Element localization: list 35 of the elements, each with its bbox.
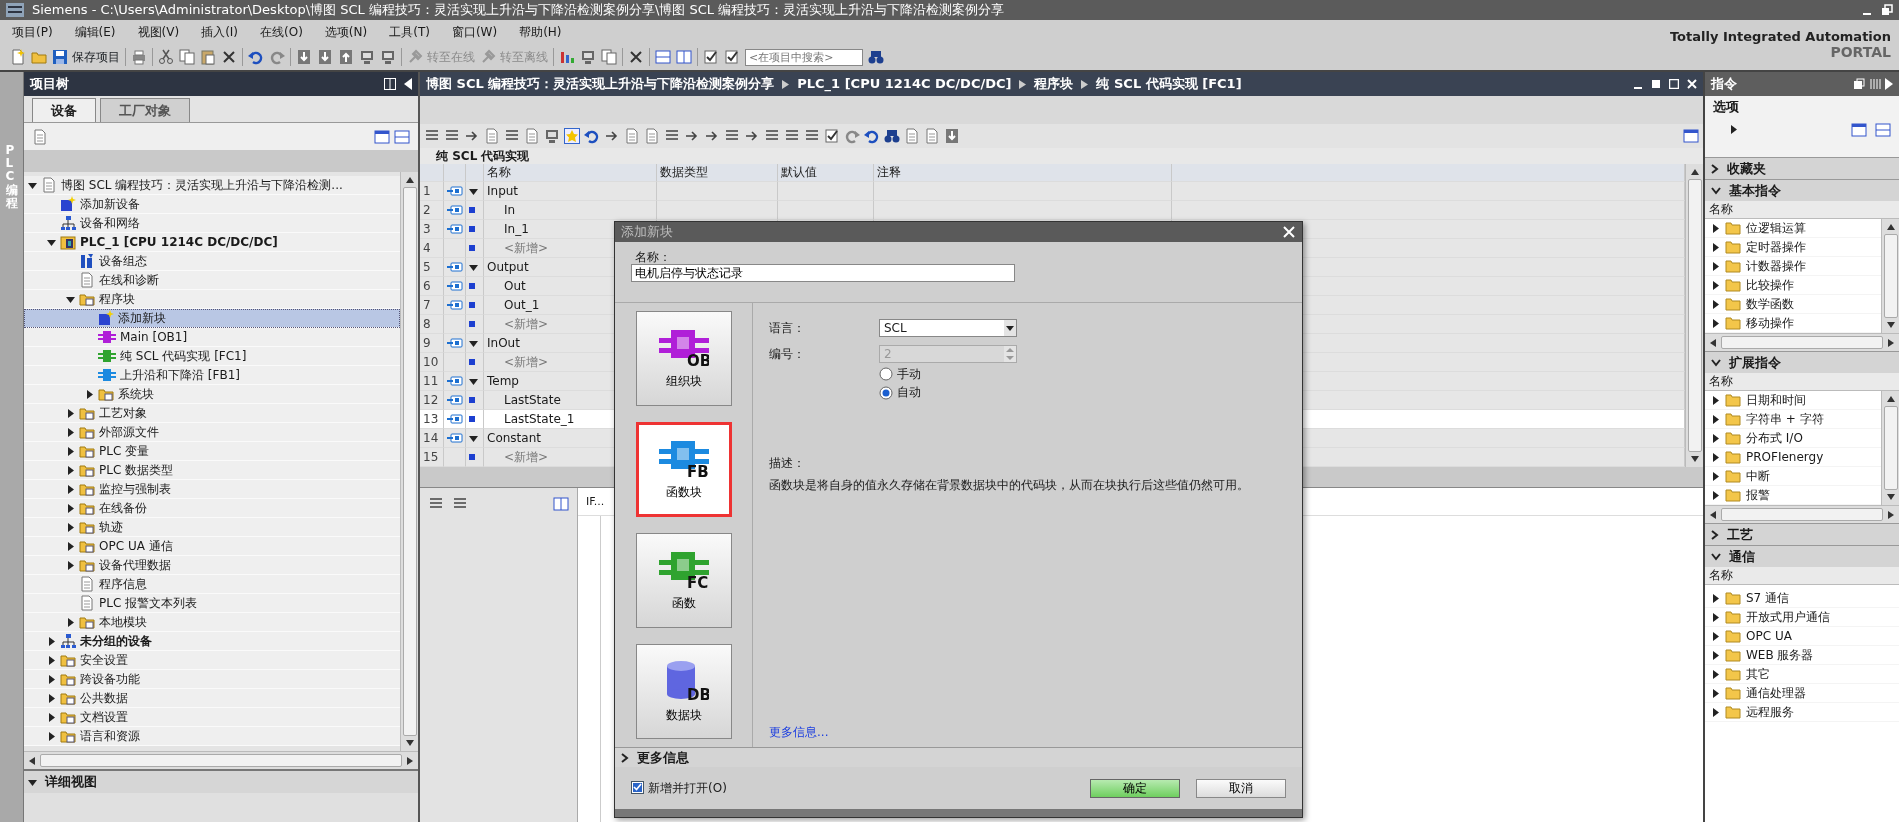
brand-subtitle: PORTAL bbox=[1830, 44, 1891, 62]
section-title: 更多信息 bbox=[637, 749, 689, 766]
row-number: 5 bbox=[420, 258, 444, 277]
panel-title: 指令 bbox=[1711, 76, 1737, 92]
dialog-title: 添加新块 bbox=[621, 224, 673, 240]
section-title: 基本指令 bbox=[1729, 182, 1781, 199]
block-title: 纯 SCL 代码实现 bbox=[436, 148, 530, 164]
row-number: 4 bbox=[420, 239, 444, 258]
panel-title: 项目树 bbox=[30, 76, 69, 92]
row-number: 12 bbox=[420, 391, 444, 410]
row-number: 13 bbox=[420, 410, 444, 429]
section-title: 收藏夹 bbox=[1727, 160, 1766, 177]
brand-text: Totally Integrated Automation bbox=[1669, 28, 1891, 45]
row-number: 15 bbox=[420, 448, 444, 467]
row-number: 7 bbox=[420, 296, 444, 315]
section-title: 详细视图 bbox=[45, 774, 97, 790]
description-text: 函数块是将自身的值永久存储在背景数据块中的代码块，从而在块执行后这些值仍然可用。 bbox=[769, 478, 1250, 493]
section-title: 通信 bbox=[1729, 548, 1755, 565]
field-label: 编号： bbox=[769, 346, 806, 362]
row-number: 9 bbox=[420, 334, 444, 353]
window-title: Siemens - C:\Users\Administrator\Desktop\博图 SCL 编程技巧：灵活实现上升沿与下降沿检测案例分享\博图 SCL 编程技巧：灵活实现上升沿与下降沿检测案例分享 bbox=[32, 2, 1005, 18]
section-title: 工艺 bbox=[1727, 526, 1753, 543]
row-number: 14 bbox=[420, 429, 444, 448]
row-number: 10 bbox=[420, 353, 444, 372]
row-number: 6 bbox=[420, 277, 444, 296]
section-title: 扩展指令 bbox=[1729, 354, 1781, 371]
field-label: 语言： bbox=[769, 320, 806, 336]
field-label: 描述： bbox=[769, 455, 806, 471]
row-number: 11 bbox=[420, 372, 444, 391]
field-label: 名称： bbox=[634, 250, 672, 265]
row-number: 2 bbox=[420, 201, 444, 220]
row-number: 1 bbox=[420, 182, 444, 201]
section-title: 选项 bbox=[1713, 99, 1739, 115]
row-number: 8 bbox=[420, 315, 444, 334]
row-number: 3 bbox=[420, 220, 444, 239]
